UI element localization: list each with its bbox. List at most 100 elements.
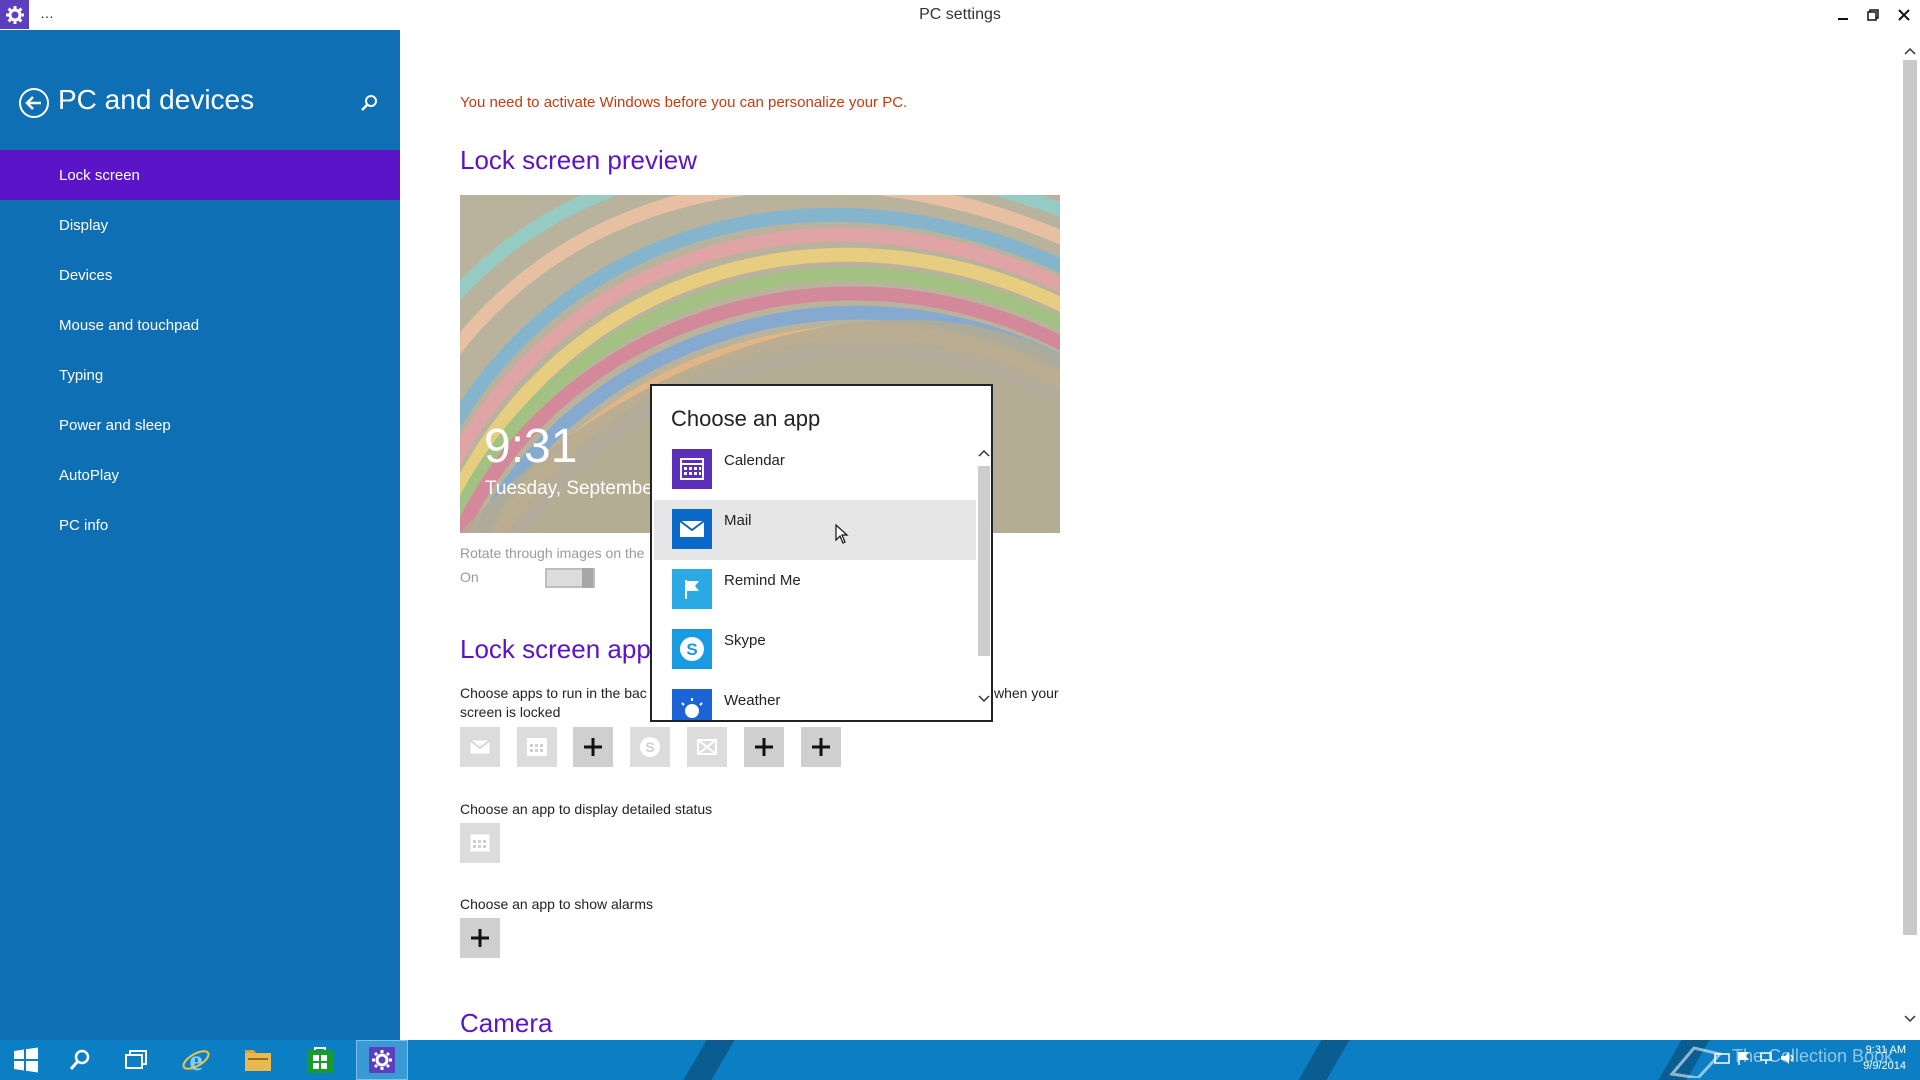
start-button[interactable]: [0, 1040, 52, 1080]
folder-icon: [245, 1050, 271, 1071]
sidebar-item-display[interactable]: Display: [0, 200, 400, 250]
rotate-images-label: Rotate through images on the: [460, 545, 645, 561]
network-icon[interactable]: [1758, 1050, 1774, 1066]
search-icon: [69, 1049, 90, 1070]
lock-app-skype-tile[interactable]: S: [630, 727, 670, 767]
title-bar: … PC settings: [0, 0, 1920, 30]
svg-text:S: S: [686, 640, 697, 659]
plus-icon: [471, 929, 489, 947]
sidebar-item-label: Mouse and touchpad: [59, 316, 200, 334]
popup-scroll-thumb[interactable]: [978, 466, 990, 656]
settings-app-icon[interactable]: [0, 0, 29, 29]
page-scrollbar[interactable]: [1900, 30, 1920, 1040]
sidebar-item-label: Typing: [59, 366, 104, 384]
sidebar-item-lock-screen[interactable]: Lock screen: [0, 150, 400, 200]
file-explorer-button[interactable]: [232, 1040, 284, 1080]
sidebar-item-label: Display: [59, 216, 109, 234]
flag-icon[interactable]: [1736, 1050, 1752, 1066]
restore-button[interactable]: [1860, 3, 1886, 27]
task-view-button[interactable]: [110, 1040, 162, 1080]
app-option-weather[interactable]: Weather: [654, 680, 976, 720]
main-content: You need to activate Windows before you …: [400, 30, 1900, 1040]
add-lock-app-button[interactable]: [801, 727, 841, 767]
lock-app-calendar-tile[interactable]: [517, 727, 557, 767]
taskbar-search-button[interactable]: [54, 1040, 106, 1080]
internet-explorer-icon: e: [182, 1045, 210, 1075]
lock-app-disabled-tile[interactable]: [687, 727, 727, 767]
gear-icon: [369, 1047, 395, 1073]
lock-screen-apps-description-tail: when your: [994, 685, 1059, 701]
minimize-button[interactable]: [1830, 3, 1856, 27]
popup-title: Choose an app: [671, 406, 821, 431]
alarms-label: Choose an app to show alarms: [460, 896, 653, 912]
preview-date: Tuesday, September: [485, 478, 660, 499]
sidebar: PC and devices Lock screen Display Devic…: [0, 30, 400, 1040]
sidebar-item-label: Power and sleep: [59, 416, 171, 434]
svg-text:S: S: [645, 739, 654, 755]
rotate-state-label: On: [460, 569, 479, 585]
volume-icon[interactable]: [1780, 1050, 1796, 1066]
detailed-status-label: Choose an app to display detailed status: [460, 801, 713, 817]
calendar-icon: [470, 834, 490, 852]
weather-icon: [672, 689, 712, 720]
app-option-calendar[interactable]: Calendar: [654, 440, 976, 500]
app-option-label: Remind Me: [724, 572, 801, 589]
store-button[interactable]: [294, 1040, 346, 1080]
sidebar-item-label: AutoPlay: [59, 466, 120, 484]
mail-icon: [470, 740, 490, 754]
scroll-down-icon[interactable]: [1903, 1012, 1917, 1026]
page-scroll-thumb[interactable]: [1903, 60, 1917, 935]
preview-clock: 9:31: [484, 420, 578, 473]
app-menu-button[interactable]: …: [40, 5, 55, 21]
window-title: PC settings: [919, 6, 1001, 23]
app-option-mail[interactable]: Mail: [654, 500, 976, 560]
sidebar-item-power-and-sleep[interactable]: Power and sleep: [0, 400, 400, 450]
sidebar-item-label: PC info: [59, 516, 109, 534]
app-option-label: Mail: [724, 512, 752, 529]
taskbar: e The Collection Book 9:31 AM 9/9/2014: [0, 1040, 1920, 1080]
calendar-icon: [527, 738, 547, 756]
back-arrow-icon[interactable]: [18, 87, 50, 119]
skype-icon: S: [672, 629, 712, 669]
add-lock-app-button[interactable]: [744, 727, 784, 767]
close-button[interactable]: [1891, 3, 1917, 27]
app-option-skype[interactable]: S Skype: [654, 620, 976, 680]
sidebar-nav: Lock screen Display Devices Mouse and to…: [0, 150, 400, 550]
sidebar-item-devices[interactable]: Devices: [0, 250, 400, 300]
app-option-label: Calendar: [724, 452, 785, 469]
skype-icon: S: [640, 737, 660, 757]
plus-icon: [584, 738, 602, 756]
camera-heading: Camera: [460, 1008, 553, 1038]
sidebar-item-label: Devices: [59, 266, 113, 284]
sidebar-item-typing[interactable]: Typing: [0, 350, 400, 400]
rotate-images-toggle[interactable]: [545, 568, 595, 588]
add-alarm-app-button[interactable]: [460, 918, 500, 958]
internet-explorer-button[interactable]: e: [170, 1040, 222, 1080]
scroll-up-icon[interactable]: [1903, 44, 1917, 58]
windows-logo-icon: [14, 1047, 38, 1073]
tray-icons: [1714, 1050, 1796, 1066]
search-icon[interactable]: [358, 92, 380, 114]
lock-screen-apps-heading: Lock screen apps: [460, 634, 664, 664]
flag-icon: [672, 569, 712, 609]
app-option-label: Weather: [724, 692, 781, 709]
activation-warning: You need to activate Windows before you …: [460, 94, 908, 111]
sidebar-item-mouse-and-touchpad[interactable]: Mouse and touchpad: [0, 300, 400, 350]
detailed-status-calendar-tile[interactable]: [460, 823, 500, 863]
store-icon: [307, 1047, 333, 1073]
app-option-label: Skype: [724, 632, 766, 649]
pc-settings-taskbar-button[interactable]: [356, 1040, 408, 1080]
empty-app-icon: [697, 739, 717, 755]
keyboard-icon[interactable]: [1714, 1050, 1730, 1066]
sidebar-header: PC and devices: [18, 80, 388, 130]
app-option-remind-me[interactable]: Remind Me: [654, 560, 976, 620]
lock-app-mail-tile[interactable]: [460, 727, 500, 767]
clock[interactable]: 9:31 AM 9/9/2014: [1863, 1042, 1906, 1074]
popup-scrollbar[interactable]: [977, 446, 991, 716]
scroll-down-icon[interactable]: [978, 694, 990, 704]
sidebar-item-autoplay[interactable]: AutoPlay: [0, 450, 400, 500]
sidebar-item-pc-info[interactable]: PC info: [0, 500, 400, 550]
add-lock-app-button[interactable]: [573, 727, 613, 767]
svg-text:e: e: [189, 1045, 202, 1075]
scroll-up-icon[interactable]: [978, 448, 990, 458]
